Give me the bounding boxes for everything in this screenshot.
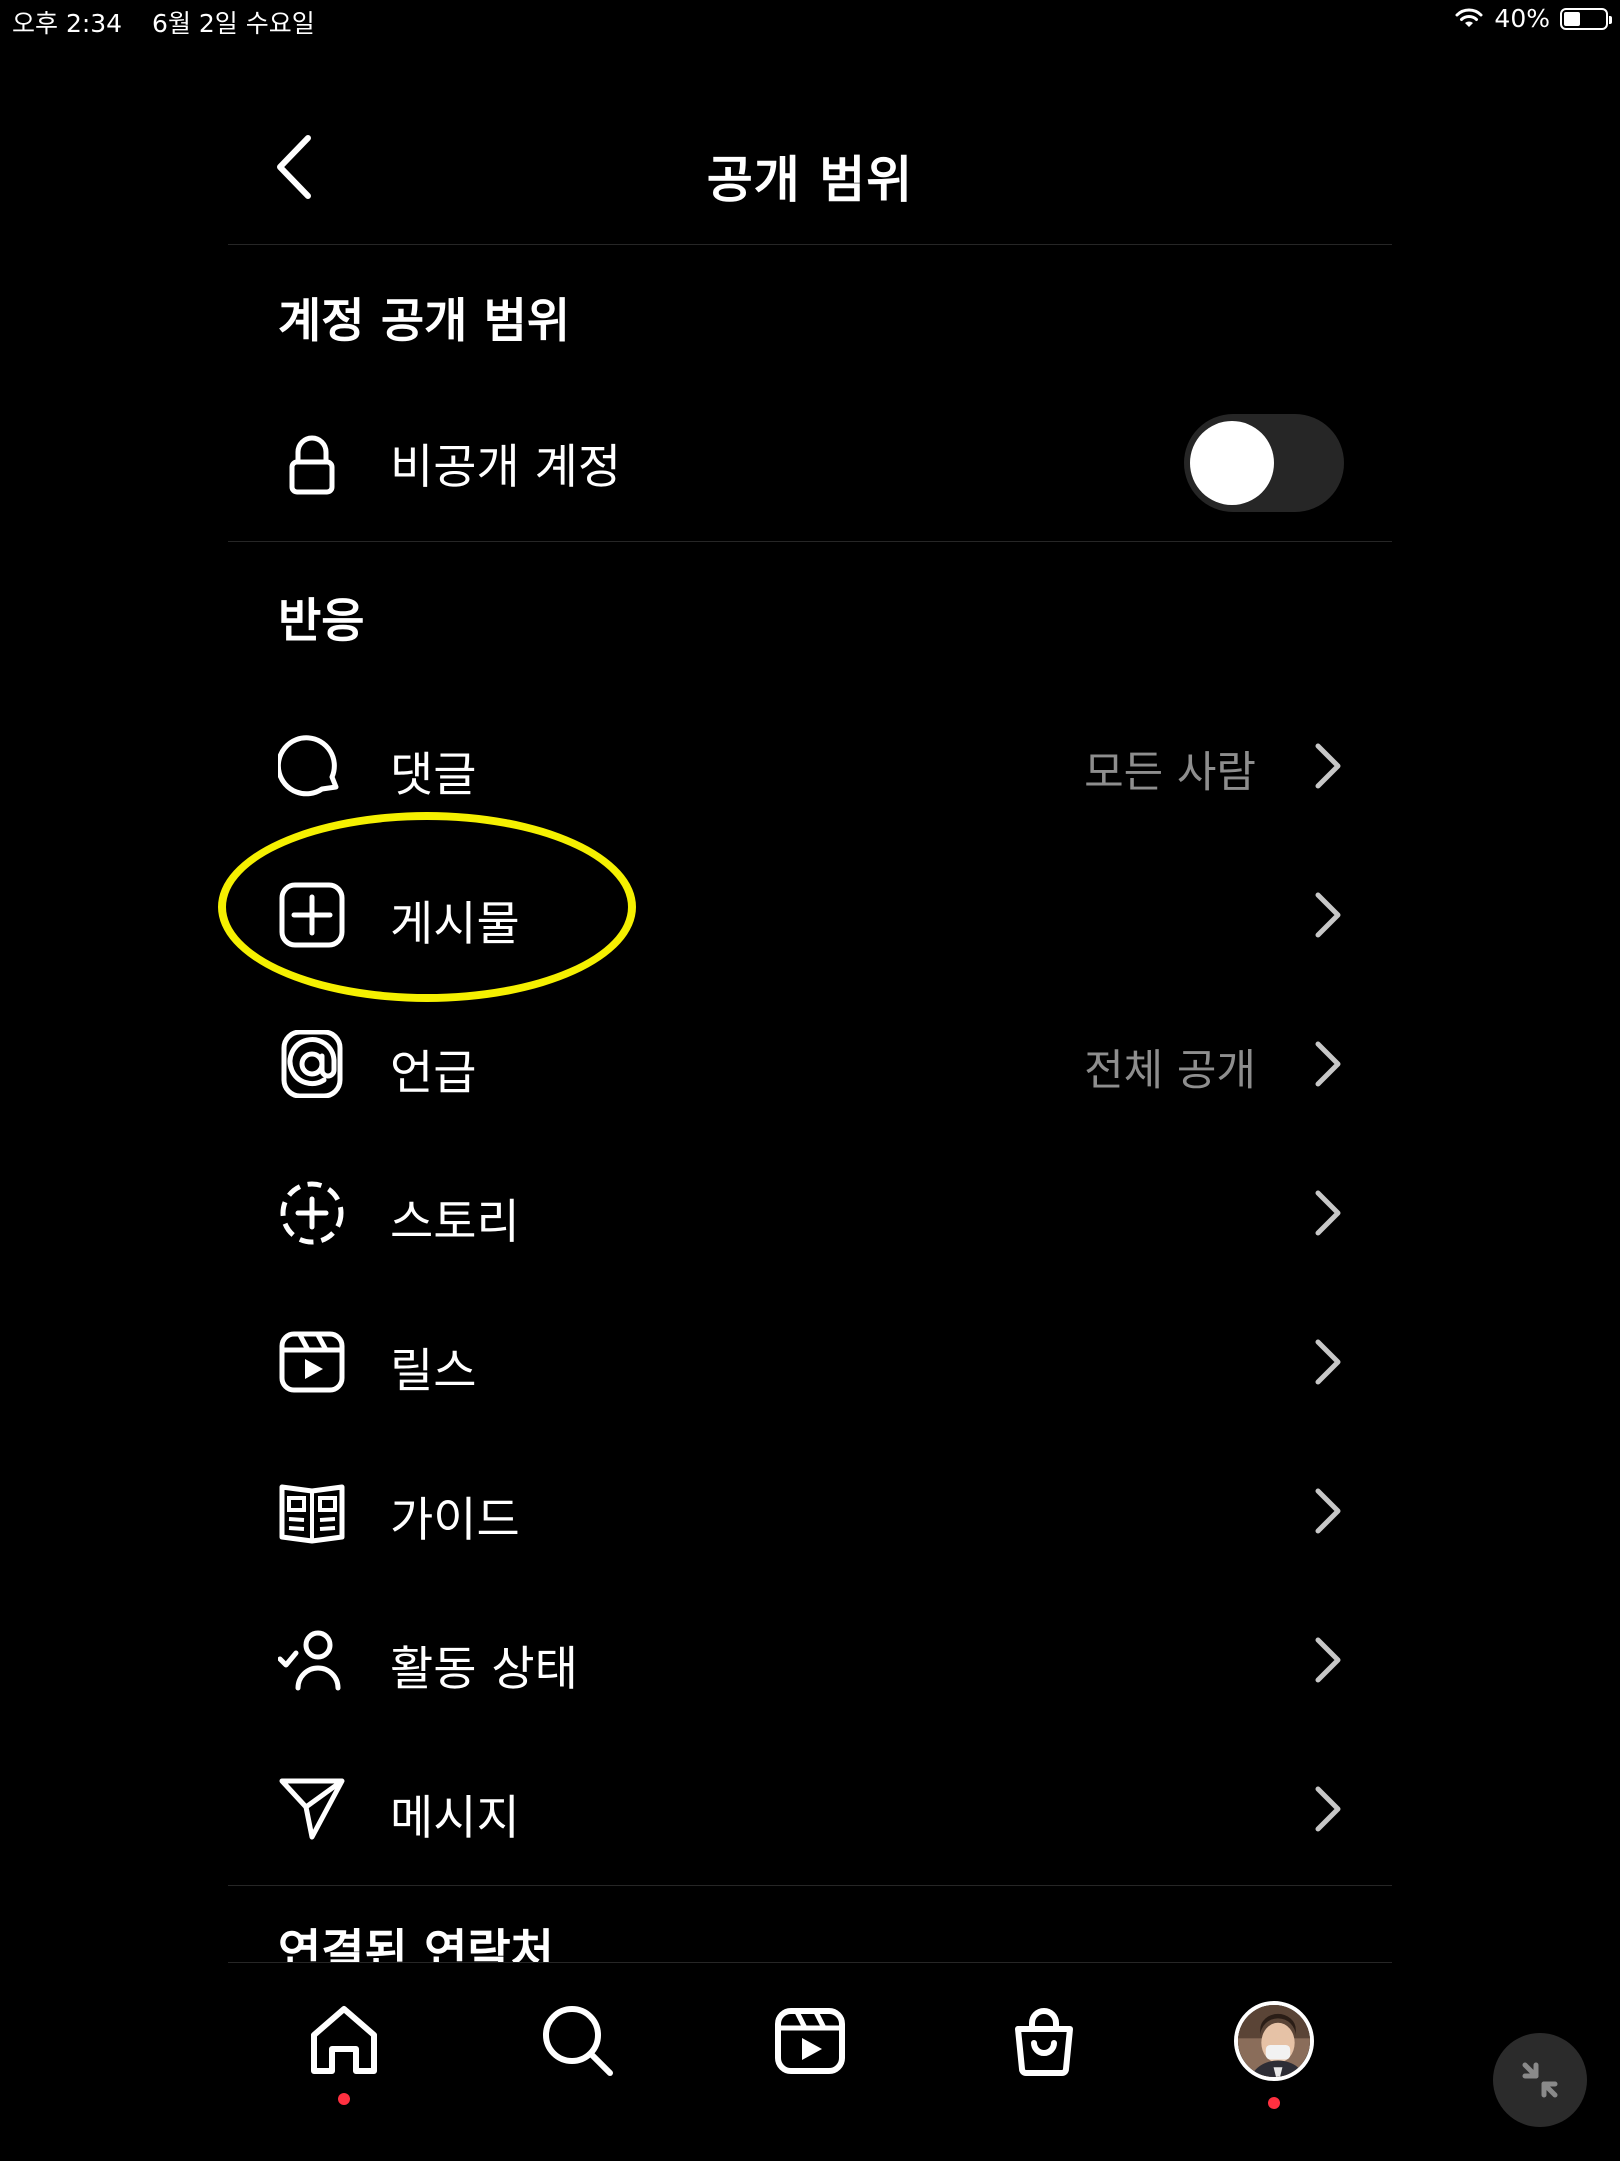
guides-label: 가이드	[390, 1493, 520, 1548]
chevron-right-icon	[1312, 1187, 1344, 1239]
section-divider	[228, 1885, 1392, 1886]
mention-icon	[278, 1030, 346, 1098]
chevron-right-icon	[1312, 1634, 1344, 1686]
tab-home[interactable]	[304, 2001, 384, 2105]
section-divider	[228, 541, 1392, 542]
chevron-right-icon	[1312, 1336, 1344, 1388]
comments-value: 모든 사람	[1084, 748, 1256, 798]
tab-shop[interactable]	[1004, 2001, 1084, 2081]
guides-row[interactable]: 가이드	[228, 1461, 1392, 1561]
wifi-icon	[1455, 8, 1483, 27]
reels-label: 릴스	[390, 1344, 477, 1399]
tab-search[interactable]	[538, 2001, 618, 2081]
battery-level	[1564, 11, 1580, 26]
notification-dot	[338, 2093, 350, 2105]
private-account-toggle[interactable]	[1184, 414, 1344, 512]
minimize-button[interactable]	[1493, 2033, 1587, 2127]
tab-reels[interactable]	[770, 2001, 850, 2081]
guide-icon	[278, 1477, 346, 1545]
comment-icon	[278, 732, 346, 800]
mentions-row[interactable]: 언급 전체 공개	[228, 1014, 1392, 1114]
collapse-arrows-icon	[1522, 2062, 1558, 2098]
send-message-icon	[278, 1775, 346, 1843]
messages-label: 메시지	[390, 1791, 520, 1846]
search-icon	[543, 2006, 613, 2076]
story-row[interactable]: 스토리	[228, 1163, 1392, 1263]
story-add-icon	[278, 1179, 346, 1247]
toggle-knob	[1190, 421, 1274, 505]
shop-icon	[1015, 2008, 1073, 2076]
private-account-label: 비공개 계정	[390, 440, 622, 495]
posts-label: 게시물	[390, 897, 520, 952]
bottom-tab-bar	[228, 1962, 1392, 2161]
add-post-icon	[278, 881, 346, 949]
private-account-row: 비공개 계정	[228, 414, 1392, 514]
mentions-label: 언급	[390, 1046, 477, 1101]
header: 공개 범위	[228, 100, 1392, 245]
privacy-settings-panel: 공개 범위 계정 공개 범위 비공개 계정 반응 댓글 모든 사람 게시물 언급…	[218, 0, 1392, 2161]
status-right: 40%	[1454, 4, 1612, 33]
mentions-value: 전체 공개	[1084, 1046, 1256, 1096]
battery-percent: 40%	[1494, 4, 1550, 33]
page-title: 공개 범위	[706, 151, 914, 209]
activity-status-row[interactable]: 활동 상태	[228, 1610, 1392, 1710]
lock-icon	[278, 430, 346, 498]
reels-tab-icon	[775, 2008, 845, 2074]
activity-status-icon	[278, 1626, 346, 1694]
chevron-right-icon	[1312, 1038, 1344, 1090]
posts-row[interactable]: 게시물	[228, 865, 1392, 965]
connected-contacts-heading: 연결된 연락처	[278, 1925, 554, 1962]
profile-avatar	[1234, 2001, 1314, 2081]
interactions-heading: 반응	[278, 594, 365, 649]
account-privacy-heading: 계정 공개 범위	[278, 294, 571, 349]
messages-row[interactable]: 메시지	[228, 1759, 1392, 1859]
reels-icon	[278, 1328, 346, 1396]
story-label: 스토리	[390, 1195, 520, 1250]
comments-row[interactable]: 댓글 모든 사람	[228, 716, 1392, 816]
chevron-right-icon	[1312, 740, 1344, 792]
home-icon	[311, 2006, 377, 2074]
reels-row[interactable]: 릴스	[228, 1312, 1392, 1412]
battery-icon	[1560, 7, 1612, 30]
status-time: 오후 2:34	[12, 9, 123, 38]
chevron-right-icon	[1312, 1783, 1344, 1835]
notification-dot	[1268, 2097, 1280, 2109]
tab-profile[interactable]	[1234, 2001, 1314, 2109]
chevron-right-icon	[1312, 1485, 1344, 1537]
comments-label: 댓글	[390, 748, 477, 803]
activity-status-label: 활동 상태	[390, 1642, 578, 1697]
chevron-right-icon	[1312, 889, 1344, 941]
